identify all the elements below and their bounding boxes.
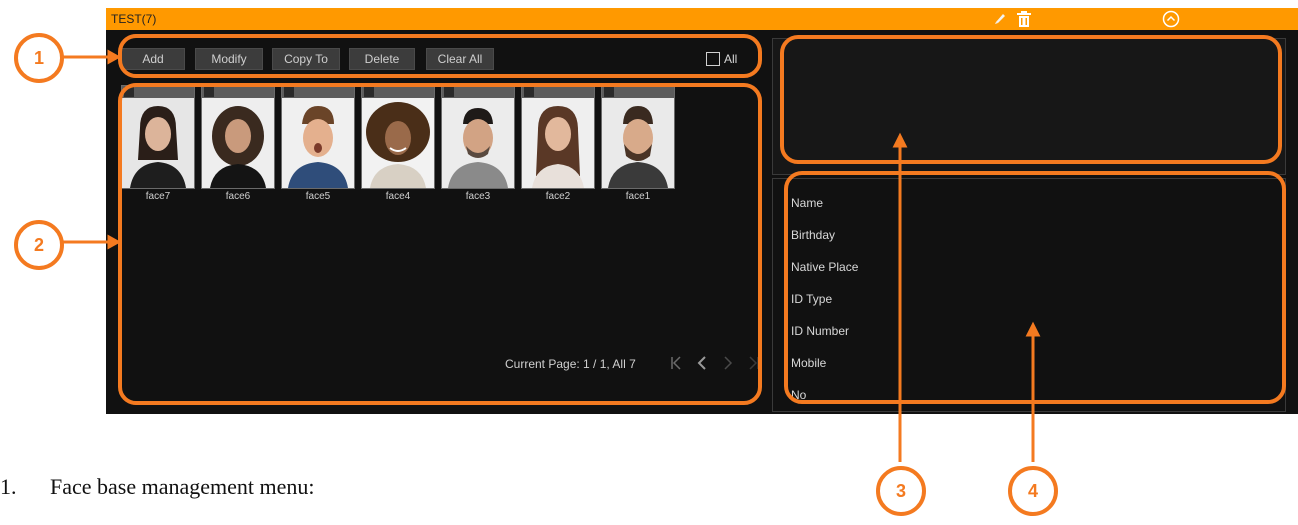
caption-number: 1. — [0, 474, 17, 499]
annotation-marker-2: 2 — [14, 220, 64, 270]
annotation-arrows — [62, 49, 1041, 462]
annotation-marker-4: 4 — [1008, 466, 1058, 516]
caption: 1. Face base management menu: — [0, 474, 315, 500]
caption-text: Face base management menu: — [50, 474, 315, 499]
annotation-marker-1: 1 — [14, 33, 64, 83]
annotation-marker-3: 3 — [876, 466, 926, 516]
